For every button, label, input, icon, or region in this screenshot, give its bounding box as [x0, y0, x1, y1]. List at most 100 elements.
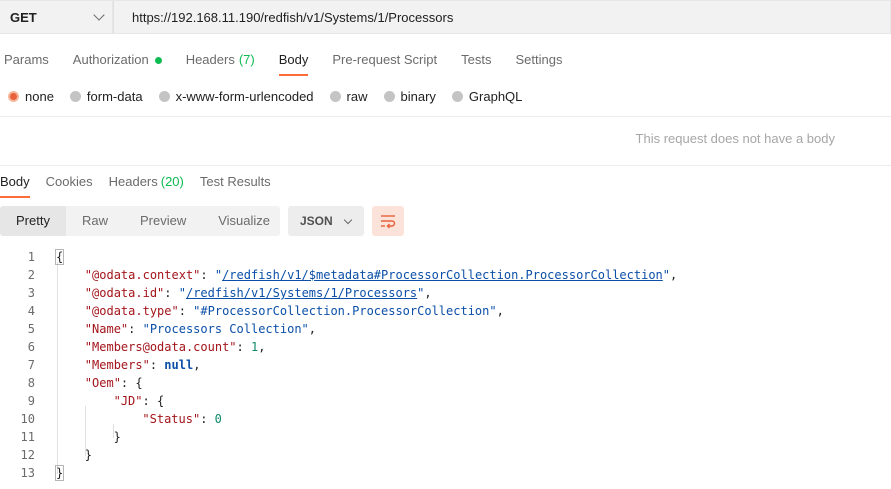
radio-graphql[interactable]: GraphQL [451, 89, 522, 104]
code-text: "Status": 0 [142, 410, 221, 428]
view-pretty-button[interactable]: Pretty [0, 206, 66, 236]
code-line: 11} [0, 428, 891, 446]
json-token: "JD" [113, 394, 143, 408]
request-tabs: Params Authorization Headers (7) Body Pre-req… [0, 46, 586, 76]
code-line: 6 "Members@odata.count": 1, [0, 338, 891, 356]
radio-label: binary [400, 88, 436, 104]
json-token: , [670, 268, 678, 282]
json-token: : { [142, 394, 165, 408]
json-token: "Name" [84, 322, 129, 336]
json-token: "Status" [142, 412, 201, 426]
response-tab-headers[interactable]: Headers (20) [109, 173, 184, 198]
json-token: "Oem" [84, 376, 121, 390]
json-token: : [128, 322, 143, 336]
line-number: 11 [20, 430, 35, 444]
response-tabs: Body Cookies Headers (20) Test Results [0, 173, 287, 198]
view-visualize-button[interactable]: Visualize [202, 206, 286, 236]
json-token: : [149, 358, 165, 372]
json-token: null [164, 358, 194, 372]
wrap-lines-button[interactable] [372, 206, 404, 236]
code-line: 4 "@odata.type": "#ProcessorCollection.Pr… [0, 302, 891, 320]
tab-params[interactable]: Params [4, 46, 49, 76]
wrap-lines-icon [381, 215, 396, 229]
url-input[interactable]: https://192.168.11.190/redfish/v1/System… [113, 0, 891, 34]
view-mode-group: Pretty Raw Preview Visualize [0, 206, 280, 236]
code-text: "Oem": { [85, 374, 143, 392]
code-text: "Members": null, [85, 356, 201, 374]
json-token: " [214, 268, 223, 282]
method-select[interactable]: GET [0, 0, 113, 34]
radio-circle-icon [383, 90, 395, 102]
tab-body[interactable]: Body [278, 46, 309, 76]
format-select[interactable]: JSON [288, 206, 364, 236]
json-token: , [496, 304, 504, 318]
no-body-message: This request does not have a body [635, 131, 835, 146]
response-tab-body[interactable]: Body [0, 173, 30, 198]
json-token: : [178, 304, 194, 318]
code-line: 9 "JD": { [0, 392, 891, 410]
code-text: } [54, 464, 65, 482]
tab-label: Tests [461, 52, 492, 67]
body-type-radios: none form-data x-www-form-urlencoded raw bin… [8, 86, 538, 106]
code-text: } [114, 428, 121, 446]
tab-label: Authorization [72, 52, 149, 67]
radio-x-www-form-urlencoded[interactable]: x-www-form-urlencoded [158, 88, 314, 104]
view-preview-button[interactable]: Preview [124, 206, 202, 236]
divider [0, 116, 891, 117]
json-token: } [54, 465, 65, 481]
radio-circle-icon [451, 90, 463, 102]
line-number: 10 [20, 412, 35, 426]
json-token: , [258, 340, 266, 354]
tab-authorization[interactable]: Authorization [73, 46, 162, 76]
tab-label: Params [4, 52, 49, 67]
tab-label: Cookies [45, 174, 93, 189]
response-tab-test-results[interactable]: Test Results [200, 173, 271, 198]
tab-headers[interactable]: Headers (7) [186, 46, 255, 76]
radio-label: none [25, 88, 54, 104]
radio-raw[interactable]: raw [329, 88, 368, 104]
chevron-down-icon [343, 215, 353, 224]
code-text: "Members@odata.count": 1, [85, 338, 266, 356]
json-token: } [84, 448, 93, 462]
tab-settings[interactable]: Settings [515, 46, 562, 76]
line-number: 6 [27, 340, 35, 354]
radio-circle-icon [158, 90, 170, 102]
tab-label: Body [0, 174, 30, 189]
response-view-toolbar: Pretty Raw Preview Visualize JSON [0, 206, 404, 236]
json-link[interactable]: /redfish/v1/$metadata#ProcessorCollectio… [222, 268, 663, 282]
line-number: 9 [27, 394, 35, 408]
url-text: https://192.168.11.190/redfish/v1/System… [132, 9, 454, 25]
code-line: 1{ [0, 248, 891, 266]
view-raw-button[interactable]: Raw [66, 206, 124, 236]
line-number: 4 [27, 304, 35, 318]
tab-label: Headers [108, 174, 158, 189]
json-token: : { [120, 376, 143, 390]
code-line: 8 "Oem": { [0, 374, 891, 392]
tab-label: Headers [185, 52, 235, 67]
tab-label: Body [278, 52, 309, 67]
json-token: "Members@odata.count" [84, 340, 237, 354]
json-token: : [200, 412, 215, 426]
tab-count: (7) [238, 52, 255, 67]
json-token: "Processors Collection" [142, 322, 309, 336]
tab-pre-request-script[interactable]: Pre-request Script [332, 46, 437, 76]
json-link[interactable]: /redfish/v1/Systems/1/Processors [186, 286, 417, 300]
radio-form-data[interactable]: form-data [69, 89, 143, 104]
code-text: "@odata.type": "#ProcessorCollection.Pro… [85, 302, 504, 320]
code-line: 3 "@odata.id": "/redfish/v1/Systems/1/Pro… [0, 284, 891, 302]
radio-label: x-www-form-urlencoded [175, 88, 314, 104]
tab-count: (20) [160, 174, 184, 189]
line-number: 8 [27, 376, 35, 390]
radio-none[interactable]: none [8, 89, 54, 104]
response-body-viewer[interactable]: 1{2 "@odata.context": "/redfish/v1/$metad… [0, 248, 891, 482]
radio-label: raw [346, 88, 368, 104]
request-bar: GET https://192.168.11.190/redfish/v1/Sy… [0, 0, 891, 34]
radio-binary[interactable]: binary [383, 88, 436, 104]
response-tab-cookies[interactable]: Cookies [46, 173, 93, 198]
code-line: 12} [0, 446, 891, 464]
tab-tests[interactable]: Tests [461, 46, 491, 76]
json-token: , [193, 358, 201, 372]
code-text: "Name": "Processors Collection", [85, 320, 316, 338]
chevron-down-icon [93, 9, 105, 21]
tab-label: Test Results [199, 174, 271, 189]
